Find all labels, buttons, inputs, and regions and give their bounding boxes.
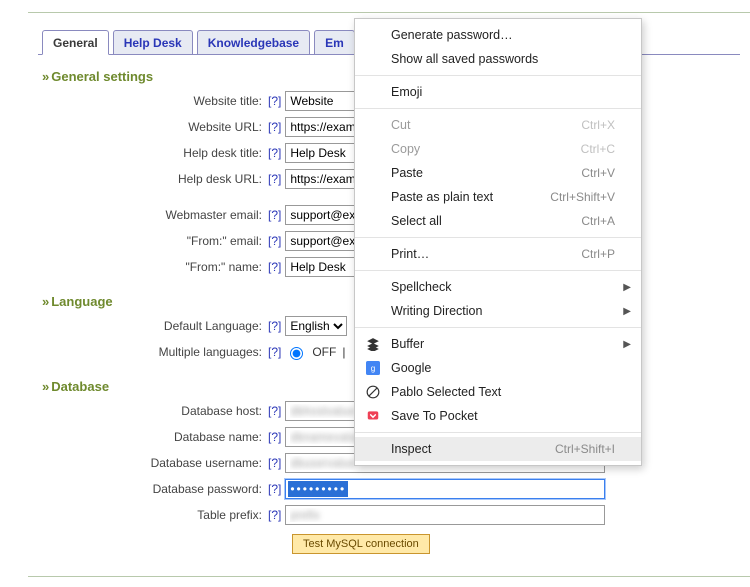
google-icon: g (365, 360, 381, 376)
cm-inspect[interactable]: InspectCtrl+Shift+I (355, 437, 641, 461)
radio-label-off: OFF (312, 345, 336, 359)
cm-pablo[interactable]: Pablo Selected Text (355, 380, 641, 404)
label-website-url: Website URL: (38, 120, 266, 134)
cm-print[interactable]: Print…Ctrl+P (355, 242, 641, 266)
cm-paste[interactable]: PasteCtrl+V (355, 161, 641, 185)
submenu-arrow-icon: ▶ (623, 306, 631, 317)
label-db-host: Database host: (38, 404, 266, 418)
label-helpdesk-url: Help desk URL: (38, 172, 266, 186)
tab-email[interactable]: Em (314, 30, 355, 55)
submenu-arrow-icon: ▶ (623, 282, 631, 293)
cm-paste-plain[interactable]: Paste as plain textCtrl+Shift+V (355, 185, 641, 209)
tab-general[interactable]: General (42, 30, 109, 55)
help-from-name[interactable]: [?] (268, 260, 281, 274)
help-default-language[interactable]: [?] (268, 319, 281, 333)
password-selected-text: ••••••••• (288, 481, 348, 497)
cm-select-all[interactable]: Select allCtrl+A (355, 209, 641, 233)
help-website-title[interactable]: [?] (268, 94, 281, 108)
cm-emoji[interactable]: Emoji (355, 80, 641, 104)
help-db-name[interactable]: [?] (268, 430, 281, 444)
help-helpdesk-title[interactable]: [?] (268, 146, 281, 160)
cm-spellcheck[interactable]: Spellcheck▶ (355, 275, 641, 299)
pocket-icon (365, 408, 381, 424)
chevron-icon: » (42, 69, 47, 84)
help-helpdesk-url[interactable]: [?] (268, 172, 281, 186)
label-helpdesk-title: Help desk title: (38, 146, 266, 160)
cm-copy: CopyCtrl+C (355, 137, 641, 161)
input-table-prefix[interactable] (285, 505, 605, 525)
tab-help-desk[interactable]: Help Desk (113, 30, 193, 55)
help-db-pass[interactable]: [?] (268, 482, 281, 496)
help-from-email[interactable]: [?] (268, 234, 281, 248)
label-from-email: "From:" email: (38, 234, 266, 248)
label-multiple-languages: Multiple languages: (38, 345, 266, 359)
help-website-url[interactable]: [?] (268, 120, 281, 134)
cm-show-saved-passwords[interactable]: Show all saved passwords (355, 47, 641, 71)
row-table-prefix: Table prefix: [?] (38, 502, 750, 528)
select-default-language[interactable]: English (285, 316, 347, 336)
label-website-title: Website title: (38, 94, 266, 108)
label-from-name: "From:" name: (38, 260, 266, 274)
label-db-user: Database username: (38, 456, 266, 470)
radio-sep: | (342, 345, 345, 359)
cm-pocket[interactable]: Save To Pocket (355, 404, 641, 428)
help-webmaster-email[interactable]: [?] (268, 208, 281, 222)
label-db-pass: Database password: (38, 482, 266, 496)
chevron-icon: » (42, 379, 47, 394)
cm-cut: CutCtrl+X (355, 113, 641, 137)
label-webmaster-email: Webmaster email: (38, 208, 266, 222)
page-bottom-rule (28, 576, 750, 577)
label-db-name: Database name: (38, 430, 266, 444)
input-db-pass[interactable]: ••••••••• (285, 479, 605, 499)
cm-google[interactable]: g Google (355, 356, 641, 380)
chevron-icon: » (42, 294, 47, 309)
cm-writing-direction[interactable]: Writing Direction▶ (355, 299, 641, 323)
radio-multilang-off[interactable] (290, 347, 303, 360)
help-multiple-languages[interactable]: [?] (268, 345, 281, 359)
cm-buffer[interactable]: Buffer▶ (355, 332, 641, 356)
row-db-pass: Database password: [?] ••••••••• (38, 476, 750, 502)
pablo-icon (365, 384, 381, 400)
svg-text:g: g (371, 364, 376, 373)
buffer-icon (365, 336, 381, 352)
context-menu: Generate password… Show all saved passwo… (354, 18, 642, 466)
label-table-prefix: Table prefix: (38, 508, 266, 522)
test-mysql-button[interactable]: Test MySQL connection (292, 534, 430, 554)
help-db-user[interactable]: [?] (268, 456, 281, 470)
submenu-arrow-icon: ▶ (623, 339, 631, 350)
cm-generate-password[interactable]: Generate password… (355, 23, 641, 47)
tab-knowledgebase[interactable]: Knowledgebase (197, 30, 310, 55)
help-table-prefix[interactable]: [?] (268, 508, 281, 522)
label-default-language: Default Language: (38, 319, 266, 333)
help-db-host[interactable]: [?] (268, 404, 281, 418)
